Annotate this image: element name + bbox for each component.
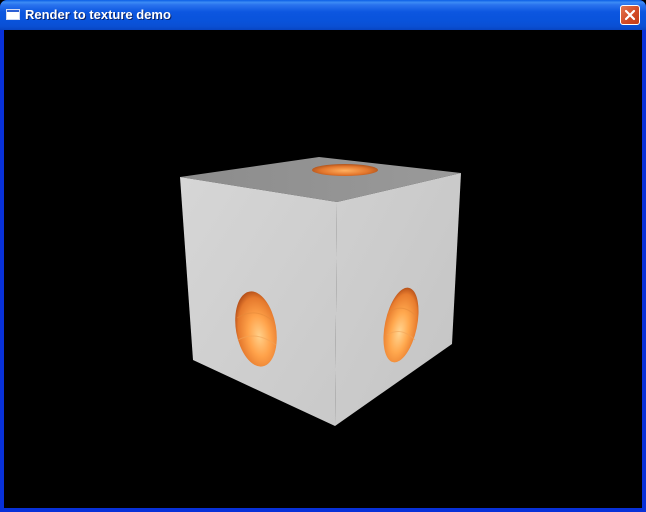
app-window: Render to texture demo bbox=[0, 0, 646, 512]
render-scene bbox=[180, 157, 461, 426]
close-button[interactable] bbox=[620, 5, 640, 25]
sphere-top bbox=[312, 164, 378, 176]
close-x-icon bbox=[624, 9, 636, 21]
title-bar[interactable]: Render to texture demo bbox=[0, 0, 646, 30]
application-window-icon[interactable] bbox=[6, 9, 20, 20]
render-viewport[interactable] bbox=[4, 30, 642, 508]
window-title: Render to texture demo bbox=[25, 7, 171, 22]
